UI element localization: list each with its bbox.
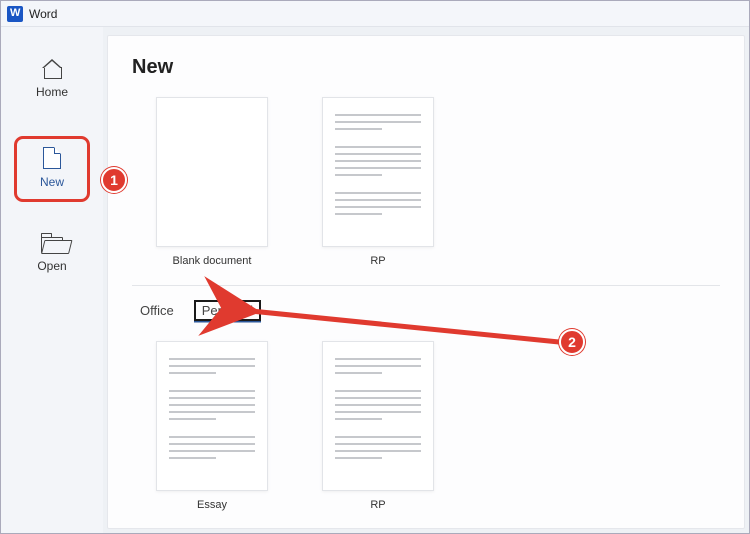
template-rp[interactable]: RP [322,97,434,267]
template-rp-personal[interactable]: RP [322,341,434,511]
template-thumbnail [322,97,434,247]
template-thumbnail [156,97,268,247]
annotation-callout-1: 1 [101,167,127,193]
sidebar-item-open[interactable]: Open [19,231,85,281]
tab-personal[interactable]: Personal [194,300,261,321]
sidebar-item-label: Open [37,259,66,273]
template-label: Essay [197,499,227,511]
tab-office[interactable]: Office [136,301,178,320]
word-app-icon [7,6,23,22]
title-bar: Word [1,1,749,27]
section-divider [132,285,720,286]
app-title: Word [29,7,57,21]
window: Word Home New Open New Blank docum [0,0,750,534]
sidebar: Home New Open [1,27,103,533]
template-thumbnail [322,341,434,491]
folder-open-icon [41,237,63,253]
home-icon [41,59,63,79]
template-blank-document[interactable]: Blank document [156,97,268,267]
featured-templates-row: Blank document RP [132,97,720,267]
template-thumbnail [156,341,268,491]
sidebar-item-label: New [40,175,64,189]
sidebar-item-new[interactable]: New [19,141,85,197]
template-label: RP [370,255,385,267]
template-label: Blank document [173,255,252,267]
template-source-tabs: Office Personal [132,300,720,321]
sidebar-nav: Home New Open [1,27,103,281]
page-title: New [132,56,720,79]
annotation-callout-2: 2 [559,329,585,355]
main-panel: New Blank document RP Office Personal [107,35,745,529]
sidebar-item-label: Home [36,85,68,99]
new-document-icon [43,147,61,169]
template-label: RP [370,499,385,511]
personal-templates-row: Essay RP [132,341,720,511]
template-essay[interactable]: Essay [156,341,268,511]
sidebar-item-home[interactable]: Home [19,53,85,107]
